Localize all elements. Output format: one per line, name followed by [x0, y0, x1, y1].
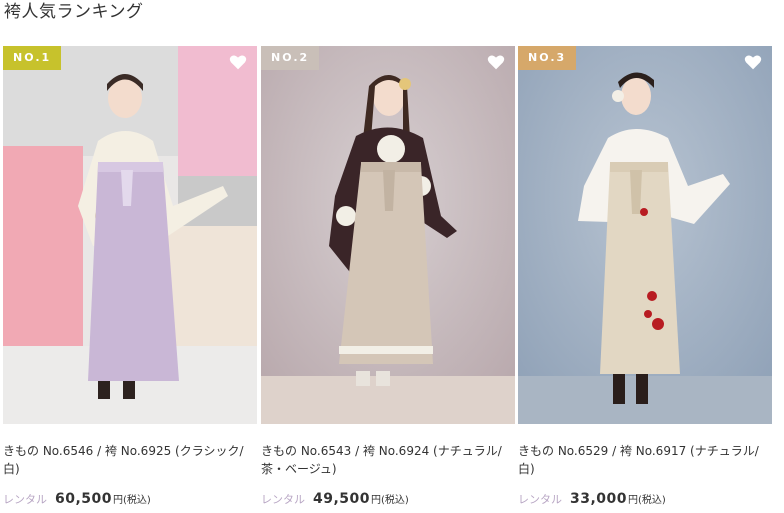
price-unit: 円(税込)	[628, 495, 666, 506]
rank-badge: NO.1	[3, 46, 62, 70]
rank-badge: NO.2	[261, 46, 320, 70]
price-row: レンタル 49,500 円(税込)	[261, 491, 515, 507]
heart-outline-icon[interactable]	[744, 54, 762, 70]
rank-badge: NO.3	[518, 46, 577, 70]
product-caption[interactable]: きもの No.6529 / 袴 No.6917 (ナチュラル/白)	[518, 442, 768, 478]
kimono-photo-3	[518, 46, 772, 424]
rental-label: レンタル	[518, 493, 562, 506]
ranking-page: 袴人気ランキング NO.1 きもの No.6546 / 袴 No.6925 (ク…	[0, 0, 784, 513]
price-row: レンタル 60,500 円(税込)	[3, 491, 257, 507]
product-caption[interactable]: きもの No.6543 / 袴 No.6924 (ナチュラル/茶・ベージュ)	[261, 442, 511, 478]
rental-label: レンタル	[261, 493, 305, 506]
ranking-card-3[interactable]: NO.3 きもの No.6529 / 袴 No.6917 (ナチュラル/白) レ…	[518, 46, 772, 507]
price-unit: 円(税込)	[113, 495, 151, 506]
price-row: レンタル 33,000 円(税込)	[518, 491, 772, 507]
product-photo[interactable]: NO.1	[3, 46, 257, 424]
ranking-card-2[interactable]: NO.2 きもの No.6543 / 袴 No.6924 (ナチュラル/茶・ベー…	[261, 46, 515, 507]
product-photo[interactable]: NO.3	[518, 46, 772, 424]
price-value: 33,000	[570, 491, 628, 507]
product-photo[interactable]: NO.2	[261, 46, 515, 424]
heart-outline-icon[interactable]	[487, 54, 505, 70]
section-title: 袴人気ランキング	[4, 2, 144, 22]
rental-label: レンタル	[3, 493, 47, 506]
price-unit: 円(税込)	[371, 495, 409, 506]
ranking-card-1[interactable]: NO.1 きもの No.6546 / 袴 No.6925 (クラシック/白) レ…	[3, 46, 257, 507]
kimono-photo-2	[261, 46, 515, 424]
price-value: 49,500	[313, 491, 371, 507]
heart-outline-icon[interactable]	[229, 54, 247, 70]
product-caption[interactable]: きもの No.6546 / 袴 No.6925 (クラシック/白)	[3, 442, 253, 478]
price-value: 60,500	[55, 491, 113, 507]
kimono-photo-1	[3, 46, 257, 424]
